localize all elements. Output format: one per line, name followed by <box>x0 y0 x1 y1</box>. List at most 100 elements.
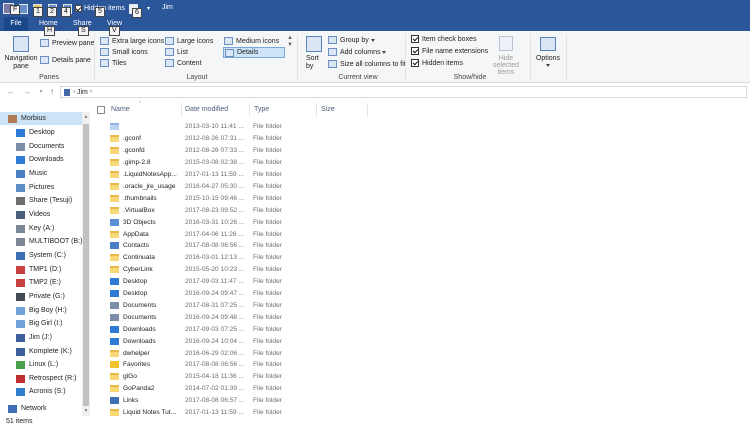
table-row[interactable]: Continuata 2016-03-01 12:13 ... File folde… <box>110 252 360 264</box>
column-headers: ⌃ Name Date modified Type Size <box>92 101 750 118</box>
nav-item[interactable]: Acronis (S:) <box>0 385 82 398</box>
table-row[interactable]: .thumbnails 2015-10-15 09:46 ... File fold… <box>110 192 360 204</box>
table-row[interactable]: Desktop 2017-09-03 11:47 ... File folder <box>110 276 360 288</box>
table-row[interactable]: glGo 2015-04-18 11:36 ... File folder <box>110 371 360 383</box>
table-row[interactable]: Favorites 2017-08-08 06:56 ... File folder <box>110 359 360 371</box>
table-row[interactable]: Downloads 2017-09-03 07:25 ... File folder <box>110 323 360 335</box>
table-row[interactable]: GoPanda2 2014-07-02 01:39 ... File folder <box>110 383 360 395</box>
table-row[interactable]: Links 2017-08-08 06:57 ... File folder <box>110 395 360 407</box>
size-all-columns-button[interactable]: Size all columns to fit <box>328 60 406 68</box>
layout-content[interactable]: Content <box>165 59 202 67</box>
nav-item[interactable]: System (C:) <box>0 249 82 262</box>
column-divider[interactable] <box>181 103 182 116</box>
table-row[interactable]: CyberLink 2015-05-20 10:23 ... File folder <box>110 264 360 276</box>
nav-item[interactable]: Downloads <box>0 153 82 166</box>
quick-access-properties-button[interactable] <box>19 2 28 15</box>
up-arrow-icon[interactable]: ↑ <box>47 87 57 97</box>
nav-item[interactable]: Pictures <box>0 181 82 194</box>
forward-arrow-icon[interactable]: → <box>22 87 32 97</box>
select-all-checkbox[interactable] <box>97 106 105 114</box>
nav-item[interactable]: Morbius <box>0 112 82 125</box>
group-by-label: Group by <box>340 36 369 44</box>
nav-item[interactable]: Desktop <box>0 126 82 139</box>
layout-scroll[interactable]: ▲ ▼ <box>287 35 293 49</box>
nav-item[interactable]: Videos <box>0 208 82 221</box>
column-divider[interactable] <box>249 103 250 116</box>
file-name-extensions-toggle[interactable]: File name extensions <box>411 47 488 55</box>
nav-item[interactable]: Big Girl (I:) <box>0 317 82 330</box>
table-row[interactable]: Contacts 2017-08-08 06:56 ... File folder <box>110 240 360 252</box>
column-header-date-modified[interactable]: Date modified <box>185 106 228 113</box>
layout-details[interactable]: Details <box>223 47 285 58</box>
layout-small-icons[interactable]: Small icons <box>100 48 148 56</box>
recent-locations-dropdown[interactable]: ▾ <box>36 87 46 97</box>
nav-item[interactable]: TMP2 (E:) <box>0 276 82 289</box>
item-check-boxes-toggle[interactable]: Item check boxes <box>411 35 476 43</box>
options-button[interactable]: Options <box>535 55 561 67</box>
column-header-size[interactable]: Size <box>321 106 335 113</box>
layout-tiles[interactable]: Tiles <box>100 59 127 67</box>
file-type: File folder <box>253 385 282 393</box>
nav-item[interactable]: Jim (J:) <box>0 331 82 344</box>
layout-large-icons[interactable]: Large icons <box>165 37 213 45</box>
hide-selected-items-button[interactable]: Hide selected items <box>486 55 526 76</box>
nav-item[interactable]: Private (G:) <box>0 290 82 303</box>
column-divider[interactable] <box>367 103 368 116</box>
column-header-type[interactable]: Type <box>254 106 269 113</box>
drive-icon <box>16 347 25 356</box>
ribbon: Navigation pane Preview pane Details pan… <box>0 31 750 83</box>
navigation-pane-icon <box>13 36 29 52</box>
table-row[interactable]: .gimp-2.8 2015-03-08 02:38 ... File folder <box>110 157 360 169</box>
navigation-pane-scrollbar[interactable]: ▲ ▼ <box>82 112 90 416</box>
table-row[interactable]: .LiquidNotesApp... 2017-01-13 11:59 ... Fi… <box>110 169 360 181</box>
table-row[interactable]: Documents 2017-08-31 07:25 ... File folder <box>110 300 360 312</box>
scroll-down-icon[interactable]: ▼ <box>83 408 89 414</box>
nav-item[interactable]: Linux (L:) <box>0 358 82 371</box>
group-by-button[interactable]: Group by <box>328 36 375 44</box>
breadcrumb-current[interactable]: Jim <box>77 89 88 96</box>
sort-by-button[interactable]: Sort by <box>306 55 320 71</box>
table-row[interactable]: Downloads 2016-09-24 10:04 ... File folder <box>110 335 360 347</box>
nav-item[interactable]: TMP1 (D:) <box>0 263 82 276</box>
nav-item[interactable]: Retrospect (R:) <box>0 372 82 385</box>
table-row[interactable]: 2013-03-10 11:41 ... File folder <box>110 121 360 133</box>
table-row[interactable]: .gconf 2012-08-26 07:31 ... File folder <box>110 133 360 145</box>
customize-quick-access-dropdown[interactable]: ▾ <box>147 2 150 15</box>
back-arrow-icon[interactable]: ← <box>6 87 16 97</box>
layout-extra-large-icons[interactable]: Extra large icons <box>100 37 164 45</box>
videos-icon <box>16 210 25 219</box>
table-row[interactable]: .oracle_jre_usage 2016-04-27 05:30 ... Fil… <box>110 181 360 193</box>
nav-item[interactable]: Documents <box>0 140 82 153</box>
hidden-items-toggle[interactable]: Hidden items <box>411 59 463 67</box>
table-row[interactable]: Liquid Notes Tut... 2017-01-13 11:59 ... F… <box>110 407 360 416</box>
nav-item[interactable]: MULTIBOOT (B:) <box>0 235 82 248</box>
table-row[interactable]: Documents 2016-09-24 09:48 ... File folder <box>110 311 360 323</box>
nav-item[interactable]: Komplete (K:) <box>0 345 82 358</box>
scrollbar-thumb[interactable] <box>83 124 89 406</box>
column-divider[interactable] <box>316 103 317 116</box>
table-row[interactable]: dwhelper 2016-06-29 02:06 ... File folder <box>110 347 360 359</box>
table-row[interactable]: 3D Objects 2016-03-31 10:26 ... File folde… <box>110 216 360 228</box>
address-bar[interactable]: › Jim › <box>60 86 747 98</box>
nav-item[interactable]: Big Boy (H:) <box>0 304 82 317</box>
layout-list[interactable]: List <box>165 48 188 56</box>
nav-item[interactable]: Music <box>0 167 82 180</box>
nav-item-label: TMP2 (E:) <box>29 279 61 286</box>
add-columns-button[interactable]: Add columns <box>328 48 387 56</box>
folder-icon <box>110 361 119 369</box>
layout-medium-icons[interactable]: Medium icons <box>224 37 279 45</box>
nav-item[interactable]: Key (A:) <box>0 222 82 235</box>
ribbon-separator <box>530 34 531 80</box>
preview-pane-button[interactable]: Preview pane <box>40 39 94 47</box>
scroll-up-icon[interactable]: ▲ <box>83 114 89 120</box>
table-row[interactable]: AppData 2017-04-06 11:26 ... File folder <box>110 228 360 240</box>
nav-item[interactable]: Share (Tesuji) <box>0 194 82 207</box>
column-header-name[interactable]: Name <box>111 106 130 113</box>
table-row[interactable]: .gconfd 2012-08-26 07:33 ... File folder <box>110 145 360 157</box>
tab-file[interactable]: File <box>4 17 28 31</box>
details-pane-button[interactable]: Details pane <box>40 56 91 64</box>
nav-item[interactable]: Network <box>0 402 82 415</box>
table-row[interactable]: Desktop 2016-09-24 09:47 ... File folder <box>110 288 360 300</box>
navigation-pane-button[interactable]: Navigation pane <box>4 55 38 71</box>
table-row[interactable]: .VirtualBox 2017-08-23 09:52 ... File fold… <box>110 204 360 216</box>
